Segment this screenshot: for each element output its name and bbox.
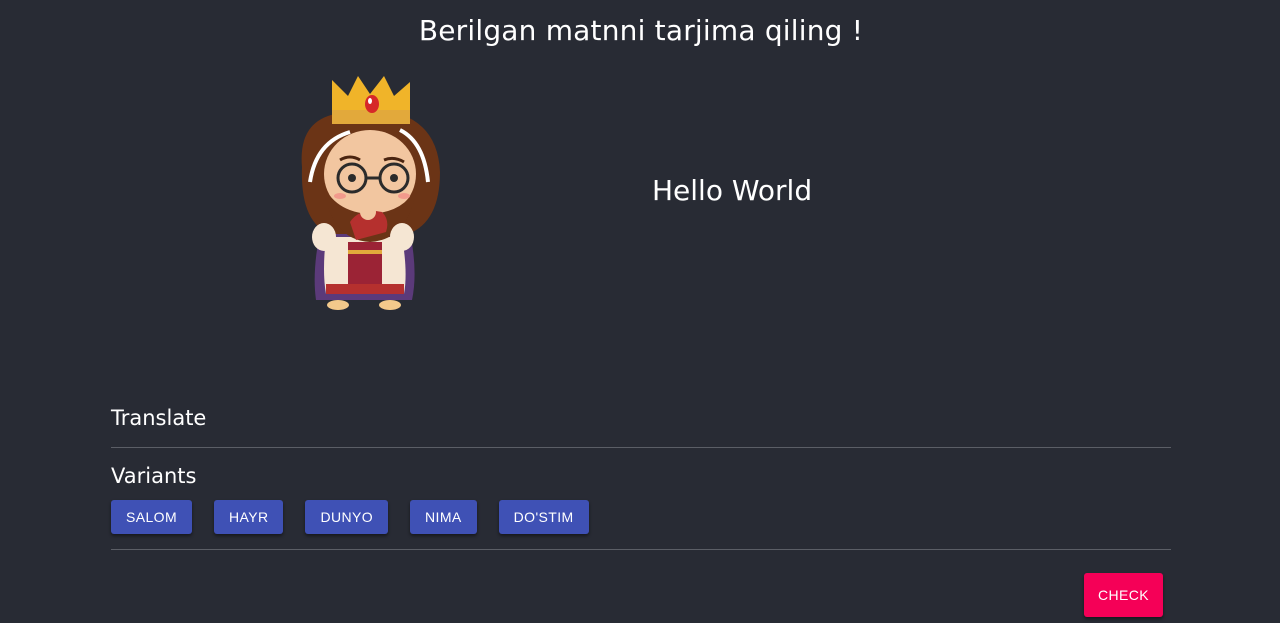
translation-exercise-page: Berilgan matnni tarjima qiling ! Hello W… bbox=[0, 0, 1280, 623]
source-phrase: Hello World bbox=[652, 174, 813, 207]
variant-button-nima[interactable]: NIMA bbox=[410, 500, 477, 534]
variant-button-salom[interactable]: SALOM bbox=[111, 500, 193, 534]
variant-button-dunyo[interactable]: DUNYO bbox=[305, 500, 389, 534]
translate-label: Translate bbox=[111, 406, 207, 430]
variants-divider bbox=[111, 549, 1171, 550]
answer-divider bbox=[111, 447, 1171, 448]
variants-label: Variants bbox=[111, 464, 197, 488]
page-title: Berilgan matnni tarjima qiling ! bbox=[418, 14, 864, 47]
variant-button-hayr[interactable]: HAYR bbox=[214, 500, 284, 534]
variants-list: SALOM HAYR DUNYO NIMA DO'STIM bbox=[111, 500, 589, 534]
variant-button-dostim[interactable]: DO'STIM bbox=[498, 500, 589, 534]
check-button[interactable]: CHECK bbox=[1084, 573, 1163, 617]
king-character-icon bbox=[301, 76, 440, 310]
